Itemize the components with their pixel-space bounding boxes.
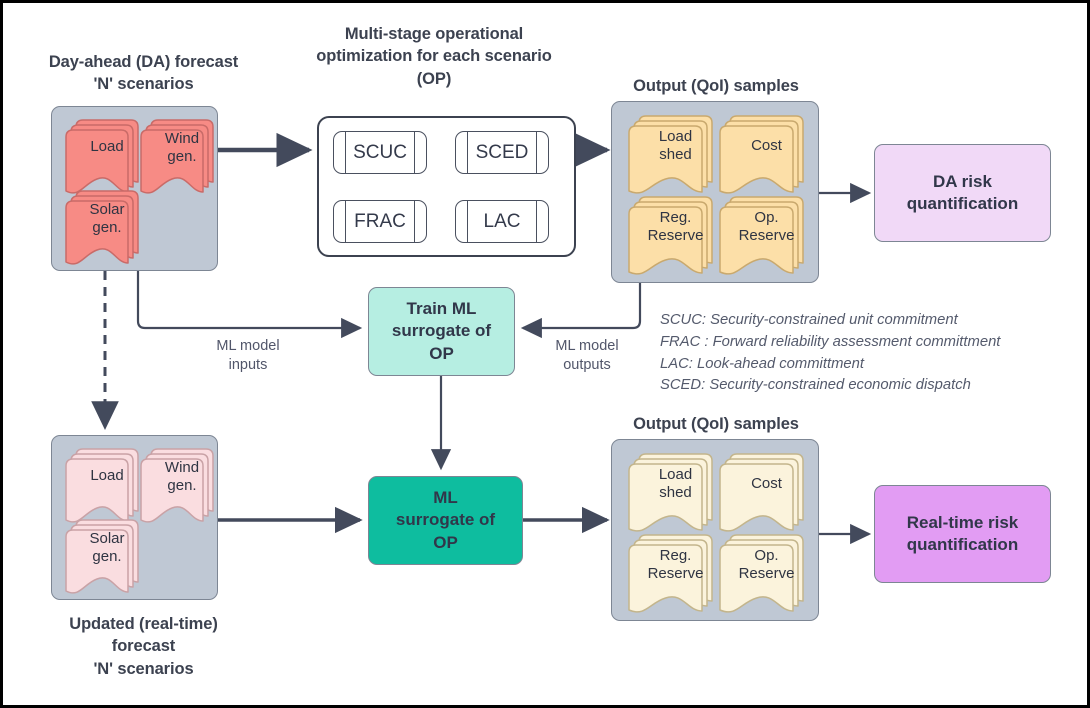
output-doc-load-shed[interactable]: Load shed [628, 115, 713, 198]
train-ml-surrogate-box[interactable]: Train ML surrogate of OP [368, 287, 515, 376]
op-stage-frac[interactable]: FRAC [333, 200, 427, 243]
da-scenarios-container: Load Wind gen. Solar gen. [51, 106, 218, 271]
scenario-doc-solar-gen[interactable]: Solar gen. [65, 190, 139, 269]
op-stage-label: LAC [483, 210, 521, 232]
legend-item-frac: FRAC : Forward reliability assessment co… [660, 333, 1001, 350]
output-doc-cost[interactable]: Cost [719, 453, 804, 536]
legend-item-sced: SCED: Security-constrained economic disp… [660, 377, 971, 394]
rt-scenario-doc-wind-gen[interactable]: Wind gen. [140, 448, 214, 527]
edge-ml-model-inputs [136, 271, 363, 339]
heading-output-samples-bottom: Output (QoI) samples [633, 415, 799, 433]
edge-label-ml-model-inputs: ML model inputs [216, 338, 280, 373]
legend-item-lac: LAC: Look-ahead committment [660, 355, 864, 372]
heading-day-ahead-forecast: Day-ahead (DA) forecast 'N' scenarios [48, 53, 239, 94]
scenario-doc-wind-gen[interactable]: Wind gen. [140, 119, 214, 198]
op-stage-label: SCUC [353, 141, 407, 163]
rt-scenario-doc-solar-gen[interactable]: Solar gen. [65, 519, 139, 598]
op-frame: SCUC SCED FRAC LAC [317, 116, 576, 257]
edge-ml-model-outputs [520, 283, 642, 339]
train-ml-label: Train ML surrogate of OP [391, 299, 492, 363]
op-stage-scuc[interactable]: SCUC [333, 131, 427, 174]
output-doc-op-reserve[interactable]: Op. Reserve [719, 534, 804, 617]
rt-scenarios-container: Load Wind gen. Solar gen. [51, 435, 218, 600]
output-samples-bottom-container: Load shed Cost Reg. Reserve Op. Reserve [611, 439, 819, 621]
scenario-doc-load[interactable]: Load [65, 119, 139, 198]
op-stage-label: FRAC [354, 210, 406, 232]
op-stage-lac[interactable]: LAC [455, 200, 549, 243]
output-doc-reg-reserve[interactable]: Reg. Reserve [628, 196, 713, 279]
edge-label-ml-model-outputs: ML model outputs [555, 338, 619, 373]
ml-surrogate-label: ML surrogate of OP [395, 488, 496, 552]
output-samples-top-container: Load shed Cost Reg. Reserve Op. Reserve [611, 101, 819, 283]
ml-surrogate-box[interactable]: ML surrogate of OP [368, 476, 523, 565]
output-doc-load-shed[interactable]: Load shed [628, 453, 713, 536]
heading-realtime-forecast: Updated (real-time) forecast 'N' scenarios [69, 615, 218, 678]
rt-scenario-doc-load[interactable]: Load [65, 448, 139, 527]
heading-output-samples-top: Output (QoI) samples [633, 77, 799, 95]
output-doc-reg-reserve[interactable]: Reg. Reserve [628, 534, 713, 617]
da-risk-quantification-box[interactable]: DA risk quantification [874, 144, 1051, 242]
da-risk-label: DA risk quantification [906, 171, 1019, 213]
diagram-canvas: Day-ahead (DA) forecast 'N' scenarios Mul… [0, 0, 1090, 708]
output-doc-cost[interactable]: Cost [719, 115, 804, 198]
op-stage-label: SCED [475, 141, 529, 163]
legend-block: SCUC: Security-constrained unit commitme… [660, 310, 1000, 397]
heading-op: Multi-stage operational optimization for … [316, 25, 552, 88]
rt-risk-label: Real-time risk quantification [906, 512, 1019, 554]
legend-item-scuc: SCUC: Security-constrained unit commitme… [660, 312, 958, 328]
output-doc-op-reserve[interactable]: Op. Reserve [719, 196, 804, 279]
op-stage-sced[interactable]: SCED [455, 131, 549, 174]
rt-risk-quantification-box[interactable]: Real-time risk quantification [874, 485, 1051, 583]
